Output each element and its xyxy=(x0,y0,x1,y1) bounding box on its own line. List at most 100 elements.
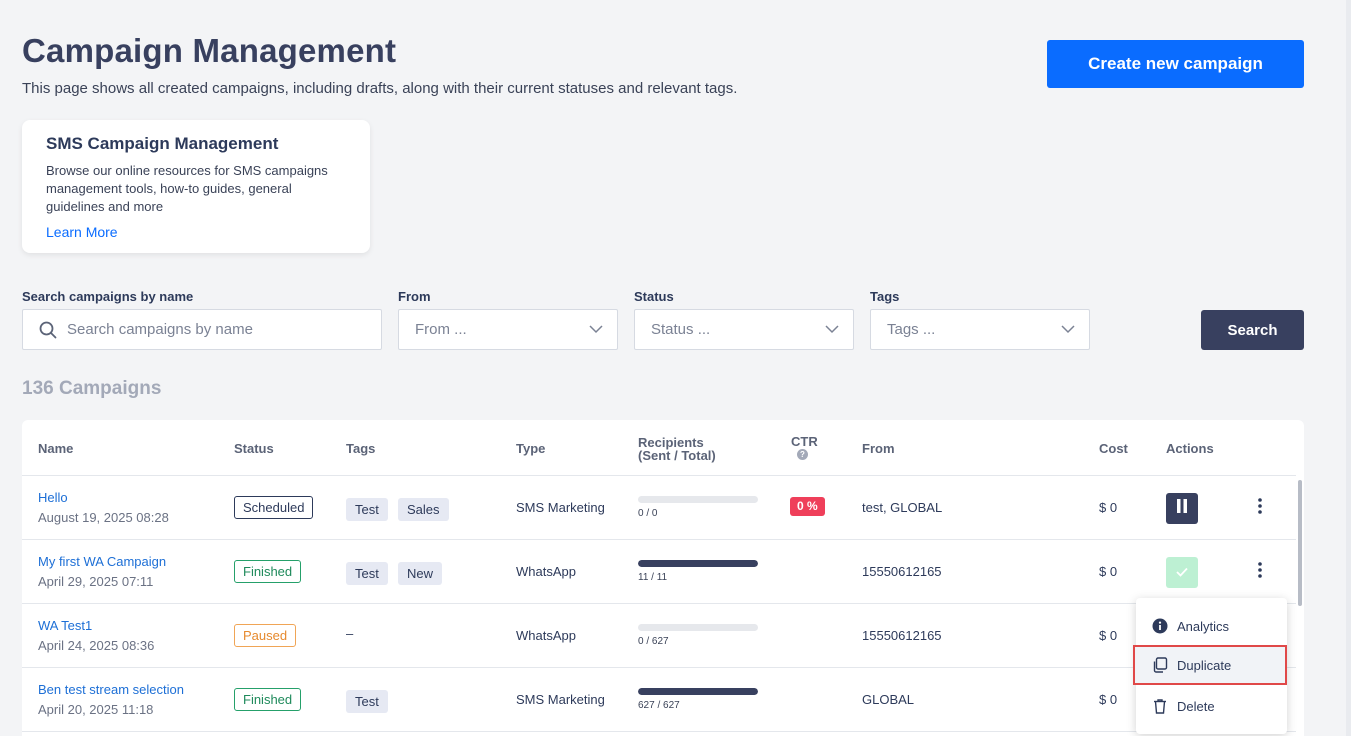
tags-select[interactable]: Tags ... xyxy=(870,309,1090,350)
search-input[interactable]: Search campaigns by name xyxy=(22,309,382,350)
tags-label: Tags xyxy=(870,289,900,304)
recipients-progress xyxy=(638,496,758,503)
menu-item-delete[interactable]: Delete xyxy=(1136,687,1287,725)
menu-item-label: Analytics xyxy=(1177,618,1230,634)
status-select[interactable]: Status ... xyxy=(634,309,854,350)
tag-chip: New xyxy=(398,562,443,585)
from-label: From xyxy=(398,289,431,304)
search-icon xyxy=(39,321,57,339)
from-select[interactable]: From ... xyxy=(398,309,618,350)
header-from: From xyxy=(862,441,895,456)
campaign-from: 15550612165 xyxy=(862,564,942,579)
recipients-count: 11 / 11 xyxy=(638,572,668,583)
recipients-count: 0 / 627 xyxy=(638,636,669,647)
page-subtitle: This page shows all created campaigns, i… xyxy=(22,80,738,97)
search-placeholder: Search campaigns by name xyxy=(67,321,253,338)
recipients-progress xyxy=(638,624,758,631)
tag-chip: Test xyxy=(346,498,388,521)
create-campaign-button[interactable]: Create new campaign xyxy=(1047,40,1304,88)
trash-icon xyxy=(1152,698,1168,714)
campaign-date: August 19, 2025 08:28 xyxy=(38,510,169,525)
campaigns-table: Name Status Tags Type Recipients (Sent /… xyxy=(22,420,1304,736)
campaign-from: GLOBAL xyxy=(862,692,915,707)
menu-item-label: Duplicate xyxy=(1177,657,1232,673)
header-recipients-line2: (Sent / Total) xyxy=(638,448,716,463)
table-scrollbar[interactable] xyxy=(1298,480,1302,606)
more-actions-button[interactable] xyxy=(1252,496,1268,520)
search-button[interactable]: Search xyxy=(1201,310,1304,350)
check-icon xyxy=(1176,564,1188,582)
header-ctr: CTR ? xyxy=(791,435,818,460)
recipients-progress-fill xyxy=(638,688,758,695)
menu-item-duplicate[interactable]: Duplicate xyxy=(1133,645,1287,685)
header-actions: Actions xyxy=(1166,441,1214,456)
status-badge: Scheduled xyxy=(234,496,314,519)
chevron-down-icon xyxy=(589,322,603,340)
table-row: My first WA Campaign April 29, 2025 07:1… xyxy=(22,540,1296,604)
campaign-name-link[interactable]: Ben test stream selection xyxy=(38,682,184,697)
menu-item-label: Delete xyxy=(1177,698,1215,714)
campaign-cost: $ 0 xyxy=(1099,628,1118,643)
menu-item-analytics[interactable]: Analytics xyxy=(1136,607,1287,645)
header-type: Type xyxy=(516,441,546,456)
info-card: SMS Campaign Management Browse our onlin… xyxy=(22,120,370,253)
campaign-type: WhatsApp xyxy=(516,564,576,579)
header-name: Name xyxy=(38,441,74,456)
help-icon[interactable]: ? xyxy=(797,449,808,460)
status-badge: Finished xyxy=(234,560,302,583)
campaign-from: 15550612165 xyxy=(862,628,942,643)
campaign-type: WhatsApp xyxy=(516,628,576,643)
campaign-type: SMS Marketing xyxy=(516,692,605,707)
table-row: WA Test1 April 24, 2025 08:36 Paused – W… xyxy=(22,604,1296,668)
campaign-type: SMS Marketing xyxy=(516,500,605,515)
chevron-down-icon xyxy=(825,322,839,340)
header-tags: Tags xyxy=(346,441,376,456)
status-badge: Paused xyxy=(234,624,297,647)
table-row: Ben test stream selection April 20, 2025… xyxy=(22,668,1296,732)
campaign-name-link[interactable]: WA Test1 xyxy=(38,618,92,633)
recipients-progress xyxy=(638,560,758,567)
ctr-badge: 0 % xyxy=(790,497,825,516)
page-scrollbar-track xyxy=(1346,0,1351,736)
chevron-down-icon xyxy=(1061,322,1075,340)
campaign-cost: $ 0 xyxy=(1099,564,1118,579)
campaign-date: April 29, 2025 07:11 xyxy=(38,574,154,589)
info-icon xyxy=(1152,618,1168,634)
copy-icon xyxy=(1152,657,1168,673)
campaign-date: April 24, 2025 08:36 xyxy=(38,638,155,653)
learn-more-link[interactable]: Learn More xyxy=(46,224,346,240)
status-placeholder: Status ... xyxy=(651,321,711,338)
kebab-icon xyxy=(1258,561,1262,583)
campaign-cost: $ 0 xyxy=(1099,500,1118,515)
tags-placeholder: Tags ... xyxy=(887,321,936,338)
pause-icon xyxy=(1176,499,1188,518)
search-label: Search campaigns by name xyxy=(22,289,194,304)
tag-chip: Test xyxy=(346,690,388,713)
header-recipients: Recipients (Sent / Total) xyxy=(638,436,716,462)
recipients-progress xyxy=(638,688,758,695)
header-ctr-label: CTR xyxy=(791,434,818,449)
recipients-progress-fill xyxy=(638,560,758,567)
status-badge: Finished xyxy=(234,688,302,711)
campaign-date: April 20, 2025 11:18 xyxy=(38,702,154,717)
campaign-from: test, GLOBAL xyxy=(862,500,943,515)
page-title: Campaign Management xyxy=(22,32,397,69)
header-status: Status xyxy=(234,441,274,456)
status-label: Status xyxy=(634,289,674,304)
campaign-cost: $ 0 xyxy=(1099,692,1118,707)
completed-button[interactable] xyxy=(1166,557,1198,588)
more-actions-button[interactable] xyxy=(1252,560,1268,584)
header-cost: Cost xyxy=(1099,441,1128,456)
info-card-title: SMS Campaign Management xyxy=(46,134,279,153)
tag-chip: Test xyxy=(346,562,388,585)
tag-chip: Sales xyxy=(398,498,449,521)
from-placeholder: From ... xyxy=(415,321,467,338)
campaign-count: 136 Campaigns xyxy=(22,378,162,399)
table-row: Hello August 19, 2025 08:28 Scheduled Te… xyxy=(22,476,1296,540)
campaign-name-link[interactable]: Hello xyxy=(38,490,68,505)
row-actions-menu: Analytics Duplicate Delete xyxy=(1133,598,1287,734)
campaign-name-link[interactable]: My first WA Campaign xyxy=(38,554,166,569)
kebab-icon xyxy=(1258,497,1262,519)
no-tags: – xyxy=(346,626,354,641)
pause-button[interactable] xyxy=(1166,493,1198,524)
